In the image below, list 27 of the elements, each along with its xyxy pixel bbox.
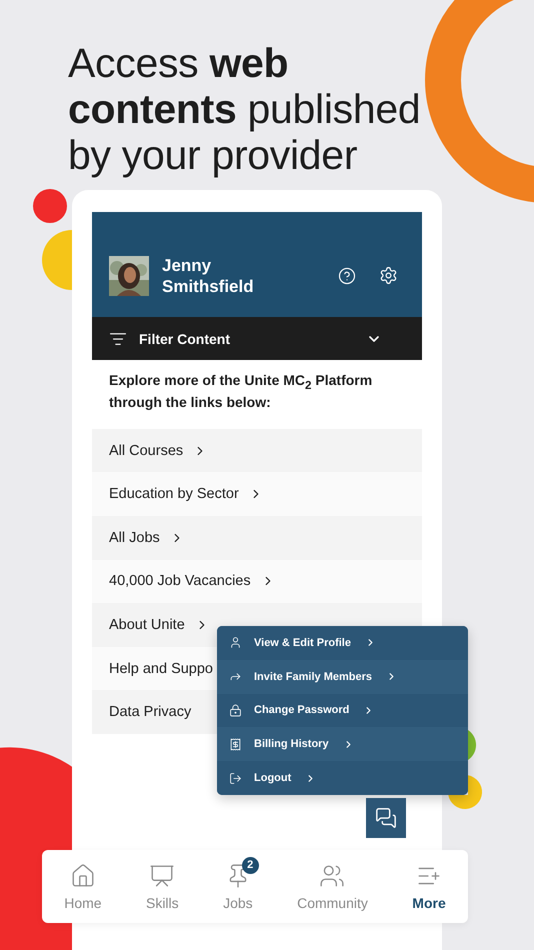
person-icon: [229, 636, 242, 650]
chat-button[interactable]: [366, 798, 406, 838]
link-item[interactable]: All Courses: [92, 428, 422, 472]
menu-item[interactable]: View & Edit Profile: [217, 626, 468, 660]
link-item[interactable]: All Jobs: [92, 516, 422, 560]
menu-item[interactable]: Change Password: [217, 694, 468, 728]
menu-item[interactable]: Logout: [217, 761, 468, 795]
home-icon: [70, 862, 96, 888]
help-button[interactable]: [338, 266, 356, 284]
intro-text: Explore more of the Unite MC$_{2}$ Platform through the links below:: [109, 372, 374, 411]
circle-shape: [33, 189, 67, 223]
headline: Access web contents published by your provider: [68, 40, 422, 178]
menu-item[interactable]: Billing History: [217, 727, 468, 762]
count-badge: 2: [242, 856, 259, 874]
settings-button[interactable]: [379, 266, 398, 285]
chat-icon: [375, 807, 397, 829]
lock-icon: [229, 704, 242, 717]
user-name: Jenny Smithsfield: [162, 254, 255, 296]
nav-tab[interactable]: More: [410, 858, 448, 914]
filter-dropdown[interactable]: Filter Content: [92, 317, 422, 360]
logout-icon: [229, 772, 242, 785]
receipt-icon: [229, 738, 242, 751]
board-icon: [149, 862, 176, 888]
people-icon: [319, 862, 346, 888]
link-item[interactable]: Education by Sector: [92, 472, 422, 516]
link-item[interactable]: 40,000 Job Vacancies: [92, 560, 422, 604]
menu-item[interactable]: Invite Family Members: [217, 660, 468, 694]
